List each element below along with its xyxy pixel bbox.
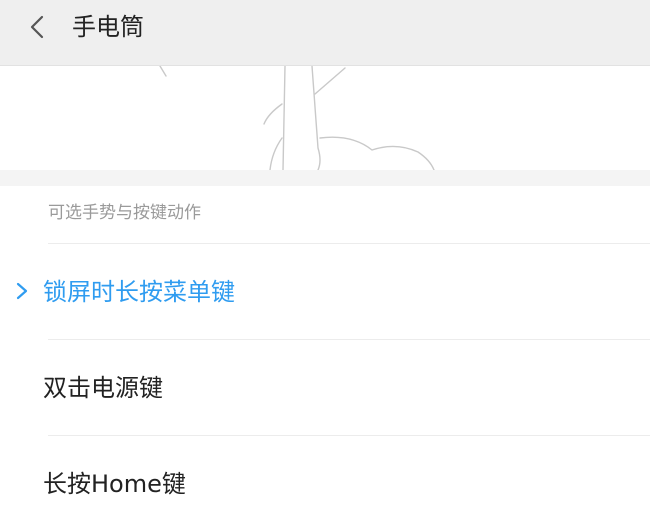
option-label: 双击电源键 xyxy=(43,374,163,402)
option-long-press-menu[interactable]: 锁屏时长按菜单键 xyxy=(0,244,650,340)
section-separator xyxy=(0,170,650,186)
option-double-click-power[interactable]: 双击电源键 xyxy=(0,340,650,436)
title-bar: 手电筒 xyxy=(0,0,650,66)
section-header: 可选手势与按键动作 xyxy=(48,203,201,223)
option-label: 长按Home键 xyxy=(43,470,186,498)
options-list: 可选手势与按键动作 锁屏时长按菜单键 双击电源键 长按Home键 xyxy=(0,186,650,512)
option-label: 锁屏时长按菜单键 xyxy=(43,278,235,306)
flashlight-hand-illustration xyxy=(0,65,650,171)
chevron-right-icon xyxy=(14,281,30,301)
page-title: 手电筒 xyxy=(72,13,144,41)
flashlight-settings-screen: 手电筒 可选手势与按键动作 锁屏时长按菜单键 双击电源键 长按Home键 xyxy=(0,0,650,512)
option-long-press-home[interactable]: 长按Home键 xyxy=(0,436,650,512)
back-button[interactable] xyxy=(22,10,56,44)
chevron-left-icon xyxy=(22,10,56,44)
